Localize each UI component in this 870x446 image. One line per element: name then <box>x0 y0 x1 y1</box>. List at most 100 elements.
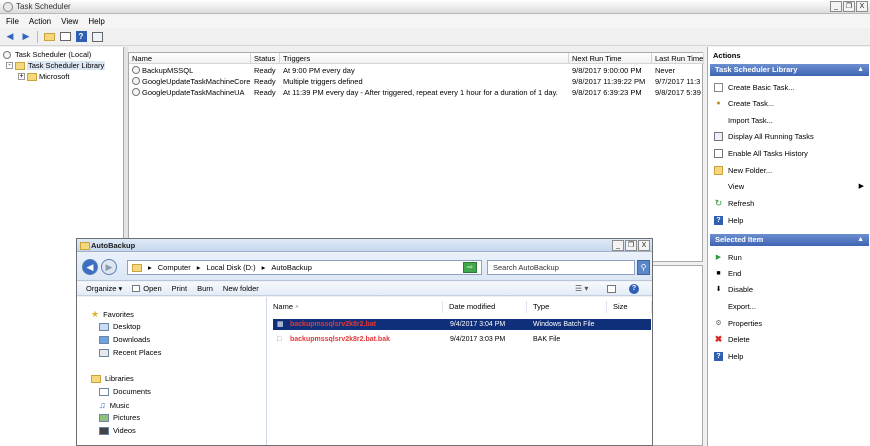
console-tree-icon[interactable] <box>58 30 72 44</box>
action-view[interactable]: View ▶ <box>714 180 864 192</box>
nav-downloads[interactable]: Downloads <box>99 335 150 344</box>
task-triggers: At 9:00 PM every day <box>283 66 355 75</box>
new-folder-button[interactable]: New folder <box>223 284 259 293</box>
organize-button[interactable]: Organize ▾ <box>86 284 122 293</box>
tree-item-microsoft[interactable]: + Microsoft <box>18 72 69 81</box>
properties-icon[interactable] <box>90 30 104 44</box>
file-row[interactable]: ▦ backupmssqlsrv2k8r2.bat 9/4/2017 3:04 … <box>273 319 651 330</box>
task-last-run: 9/7/2017 11:3 <box>655 77 701 86</box>
maximize-button[interactable]: ❐ <box>843 1 855 12</box>
section-title: Task Scheduler Library <box>715 65 798 74</box>
nav-documents[interactable]: Documents <box>99 387 151 396</box>
collapse-arrow-icon[interactable]: ▲ <box>857 64 864 76</box>
column-size[interactable]: Size <box>607 301 652 313</box>
action-create-basic-task[interactable]: Create Basic Task... <box>714 81 795 93</box>
column-triggers[interactable]: Triggers <box>280 53 569 64</box>
search-icon[interactable]: ⚲ <box>637 260 650 275</box>
column-status[interactable]: Status <box>251 53 280 64</box>
help-icon[interactable]: ? <box>629 283 639 294</box>
action-refresh[interactable]: ↻ Refresh <box>714 197 755 209</box>
star-icon: ★ <box>91 309 100 319</box>
action-end[interactable]: ■ End <box>714 267 741 279</box>
nav-recent-places[interactable]: Recent Places <box>99 348 161 357</box>
refresh-icon: ↻ <box>714 197 723 208</box>
downloads-icon <box>99 335 109 344</box>
action-label: View <box>728 181 745 191</box>
breadcrumb-computer[interactable]: Computer <box>158 263 191 272</box>
column-last-run[interactable]: Last Run Time <box>652 53 704 64</box>
breadcrumb-autobackup[interactable]: AutoBackup <box>271 263 311 272</box>
action-new-folder[interactable]: New Folder... <box>714 164 772 176</box>
action-display-running-tasks[interactable]: Display All Running Tasks <box>714 130 814 142</box>
expand-icon[interactable]: + <box>18 73 25 80</box>
menu-view[interactable]: View <box>61 17 78 26</box>
desktop-icon <box>99 322 109 331</box>
file-name: backupmssqlsrv2k8r2.bat.bak <box>290 336 390 343</box>
nav-libraries[interactable]: Libraries <box>91 374 134 383</box>
search-input[interactable]: Search AutoBackup <box>487 260 635 275</box>
nav-pictures[interactable]: Pictures <box>99 413 140 422</box>
open-button[interactable]: Open <box>132 284 162 293</box>
tree-item-library[interactable]: - Task Scheduler Library <box>6 61 106 70</box>
collapse-icon[interactable]: - <box>6 62 13 69</box>
address-bar[interactable]: ▸ Computer ▸ Local Disk (D:) ▸ AutoBackup <box>127 260 482 275</box>
file-row[interactable]: □ backupmssqlsrv2k8r2.bat.bak 9/4/2017 3… <box>273 334 651 345</box>
properties-icon: ⚙ <box>715 320 722 327</box>
minimize-button[interactable]: _ <box>830 1 842 12</box>
forward-icon[interactable]: ▶ <box>19 30 33 44</box>
nav-videos[interactable]: Videos <box>99 426 136 435</box>
explorer-close-button[interactable]: X <box>638 240 650 251</box>
menu-file[interactable]: File <box>6 17 19 26</box>
action-export[interactable]: Export... <box>714 300 756 312</box>
back-icon[interactable]: ◀ <box>3 30 17 44</box>
folder-up-icon[interactable] <box>42 30 56 44</box>
column-file-name[interactable]: Name ˄ <box>267 301 443 313</box>
task-next-run: 9/8/2017 9:00:00 PM <box>572 66 642 75</box>
explorer-minimize-button[interactable]: _ <box>612 240 624 251</box>
action-disable[interactable]: ⬇ Disable <box>714 283 753 295</box>
nav-favorites[interactable]: ★ Favorites <box>91 309 134 320</box>
burn-button[interactable]: Burn <box>197 284 213 293</box>
collapse-arrow-icon[interactable]: ▲ <box>857 234 864 246</box>
action-label: Help <box>728 215 744 225</box>
task-next-run: 9/8/2017 11:39:22 PM <box>572 77 646 86</box>
forward-icon[interactable]: ▶ <box>101 259 117 275</box>
section-task-scheduler-library[interactable]: Task Scheduler Library ▲ <box>710 64 869 76</box>
close-button[interactable]: X <box>856 1 868 12</box>
print-button[interactable]: Print <box>172 284 187 293</box>
section-selected-item[interactable]: Selected Item ▲ <box>710 234 869 246</box>
action-help-selected[interactable]: ? Help <box>714 350 743 362</box>
action-properties[interactable]: ⚙ Properties <box>714 317 762 329</box>
breadcrumb-local-disk[interactable]: Local Disk (D:) <box>206 263 255 272</box>
menu-action[interactable]: Action <box>29 17 51 26</box>
running-tasks-icon <box>714 131 723 141</box>
column-name[interactable]: Name <box>129 53 251 64</box>
explorer-maximize-button[interactable]: ❐ <box>625 240 637 251</box>
nav-label: Videos <box>113 426 136 435</box>
action-enable-history[interactable]: Enable All Tasks History <box>714 147 808 159</box>
go-arrow-icon[interactable]: ⇨ <box>463 262 477 273</box>
column-next-run[interactable]: Next Run Time <box>569 53 652 64</box>
back-icon[interactable]: ◀ <box>82 259 98 275</box>
nav-label: Pictures <box>113 413 141 422</box>
nav-desktop[interactable]: Desktop <box>99 322 141 331</box>
menu-help[interactable]: Help <box>88 17 104 26</box>
view-options-icon[interactable]: ☰ ▾ <box>575 284 588 293</box>
new-folder-icon <box>714 165 723 175</box>
action-import-task[interactable]: Import Task... <box>714 114 773 126</box>
nav-music[interactable]: ♫ Music <box>99 400 129 410</box>
action-run[interactable]: ▶ Run <box>714 251 742 263</box>
column-date-modified[interactable]: Date modified <box>443 301 527 313</box>
music-icon: ♫ <box>99 400 106 410</box>
tree-root[interactable]: Task Scheduler (Local) <box>3 50 91 59</box>
action-delete[interactable]: ✖ Delete <box>714 333 750 345</box>
action-create-task[interactable]: ● Create Task... <box>714 97 774 109</box>
help-icon[interactable]: ? <box>74 30 88 44</box>
action-label: Create Basic Task... <box>728 82 795 92</box>
action-help[interactable]: ? Help <box>714 214 743 226</box>
section-title: Selected Item <box>715 235 764 244</box>
nav-label: Desktop <box>113 322 141 331</box>
column-type[interactable]: Type <box>527 301 607 313</box>
preview-pane-icon[interactable] <box>607 284 616 293</box>
file-date: 9/4/2017 3:04 PM <box>450 321 506 328</box>
